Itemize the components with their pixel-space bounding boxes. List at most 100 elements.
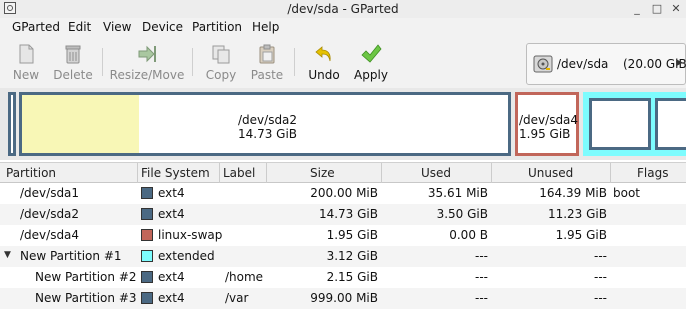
diskmap-partition-sda2[interactable]: /dev/sda2 14.73 GiB	[19, 92, 511, 156]
menu-gparted[interactable]: GParted	[12, 20, 60, 34]
menu-partition[interactable]: Partition	[192, 20, 242, 34]
minimize-icon[interactable]: _	[630, 2, 644, 16]
cell-size: 1.95 GiB	[326, 228, 378, 242]
cell-used: 3.50 GiB	[436, 207, 488, 221]
header-flags[interactable]: Flags	[637, 166, 668, 180]
cell-partition: New Partition #3	[35, 291, 137, 305]
cell-flags: boot	[613, 186, 641, 200]
filesystem-color-swatch	[141, 250, 153, 262]
header-used[interactable]: Used	[421, 166, 451, 180]
menu-edit[interactable]: Edit	[68, 20, 91, 34]
diskmap-partition-new2[interactable]	[589, 98, 651, 150]
cell-size: 14.73 GiB	[318, 207, 378, 221]
paste-button[interactable]: Paste	[246, 40, 288, 84]
apply-button[interactable]: Apply	[350, 40, 392, 84]
cell-partition: New Partition #1	[20, 249, 122, 263]
device-name: /dev/sda	[557, 57, 609, 71]
menu-view[interactable]: View	[103, 20, 131, 34]
cell-filesystem: linux-swap	[158, 228, 223, 242]
resize-move-button[interactable]: Resize/Move	[108, 40, 186, 84]
cell-unused: 11.23 GiB	[547, 207, 607, 221]
resize-move-label: Resize/Move	[109, 68, 185, 82]
paste-clipboard-icon	[259, 44, 275, 64]
cell-filesystem: ext4	[158, 207, 185, 221]
header-unused[interactable]: Unused	[528, 166, 573, 180]
table-row[interactable]: New Partition #3 ext4 /var 999.00 MiB --…	[0, 288, 686, 309]
column-divider[interactable]	[610, 163, 611, 183]
cell-label: /var	[225, 291, 249, 305]
cell-size: 999.00 MiB	[310, 291, 378, 305]
cell-used: ---	[475, 249, 488, 263]
used-space-bar	[22, 95, 139, 153]
menu-bar: GParted Edit View Device Partition Help	[0, 18, 686, 38]
filesystem-color-swatch	[141, 292, 153, 304]
cell-size: 200.00 MiB	[310, 186, 378, 200]
table-row[interactable]: /dev/sda1 ext4 200.00 MiB 35.61 MiB 164.…	[0, 183, 686, 204]
window-title: /dev/sda - GParted	[287, 2, 399, 16]
undo-label: Undo	[308, 68, 340, 82]
cell-unused: ---	[594, 249, 607, 263]
column-divider[interactable]	[137, 163, 138, 183]
filesystem-color-swatch	[141, 187, 153, 199]
column-divider[interactable]	[266, 163, 267, 183]
diskmap-sda4-name: /dev/sda4	[519, 113, 579, 127]
title-bar: /dev/sda - GParted _ □ ✕	[0, 0, 686, 19]
new-document-icon	[19, 44, 34, 64]
resize-arrow-icon	[138, 45, 156, 63]
filesystem-color-swatch	[141, 229, 153, 241]
table-row[interactable]: ▼ New Partition #1 extended 3.12 GiB ---…	[0, 246, 686, 267]
cell-size: 3.12 GiB	[326, 249, 378, 263]
disk-map: /dev/sda2 14.73 GiB /dev/sda4 1.95 GiB	[0, 88, 686, 160]
delete-label: Delete	[53, 68, 93, 82]
cell-partition: /dev/sda2	[20, 207, 80, 221]
cell-partition: New Partition #2	[35, 270, 137, 284]
filesystem-color-swatch	[141, 208, 153, 220]
menu-help[interactable]: Help	[252, 20, 279, 34]
column-divider[interactable]	[381, 163, 382, 183]
copy-button[interactable]: Copy	[202, 40, 240, 84]
maximize-icon[interactable]: □	[650, 2, 664, 16]
header-partition[interactable]: Partition	[6, 166, 56, 180]
header-size[interactable]: Size	[310, 166, 335, 180]
partition-table: Partition File System Label Size Used Un…	[0, 162, 686, 321]
table-header: Partition File System Label Size Used Un…	[0, 162, 686, 183]
diskmap-partition-extended[interactable]	[583, 92, 686, 156]
cell-label: /home	[225, 270, 264, 284]
table-row[interactable]: New Partition #2 ext4 /home 2.15 GiB ---…	[0, 267, 686, 288]
cell-filesystem: extended	[158, 249, 215, 263]
column-divider[interactable]	[219, 163, 220, 183]
cell-used: 35.61 MiB	[427, 186, 488, 200]
table-row[interactable]: /dev/sda2 ext4 14.73 GiB 3.50 GiB 11.23 …	[0, 204, 686, 225]
diskmap-sda4-size: 1.95 GiB	[519, 127, 571, 141]
cell-used: 0.00 B	[449, 228, 488, 242]
new-label: New	[12, 68, 40, 82]
diskmap-partition-sda4[interactable]: /dev/sda4 1.95 GiB	[515, 92, 579, 156]
header-filesystem[interactable]: File System	[141, 166, 210, 180]
undo-arrow-icon	[315, 46, 331, 62]
cell-size: 2.15 GiB	[326, 270, 378, 284]
menu-device[interactable]: Device	[142, 20, 183, 34]
copy-icon	[212, 45, 230, 64]
diskmap-partition-new3[interactable]	[655, 98, 686, 150]
apply-label: Apply	[354, 68, 388, 82]
cell-used: ---	[475, 291, 488, 305]
filesystem-color-swatch	[141, 271, 153, 283]
delete-button[interactable]: Delete	[50, 40, 96, 84]
cell-filesystem: ext4	[158, 270, 185, 284]
cell-partition: /dev/sda4	[20, 228, 80, 242]
diskmap-sda2-size: 14.73 GiB	[238, 127, 298, 141]
column-divider[interactable]	[491, 163, 492, 183]
header-label[interactable]: Label	[223, 166, 255, 180]
diskmap-partition-sda1[interactable]	[8, 92, 16, 156]
toolbar-separator	[294, 48, 295, 76]
new-button[interactable]: New	[6, 40, 46, 84]
cell-filesystem: ext4	[158, 291, 185, 305]
undo-button[interactable]: Undo	[304, 40, 344, 84]
table-row[interactable]: /dev/sda4 linux-swap 1.95 GiB 0.00 B 1.9…	[0, 225, 686, 246]
cell-unused: ---	[594, 270, 607, 284]
toolbar-separator	[192, 48, 193, 76]
device-selector[interactable]: /dev/sda (20.00 GiB) ▶	[526, 43, 686, 85]
close-icon[interactable]: ✕	[669, 2, 683, 16]
expander-down-icon[interactable]: ▼	[4, 250, 11, 260]
cell-partition: /dev/sda1	[20, 186, 80, 200]
